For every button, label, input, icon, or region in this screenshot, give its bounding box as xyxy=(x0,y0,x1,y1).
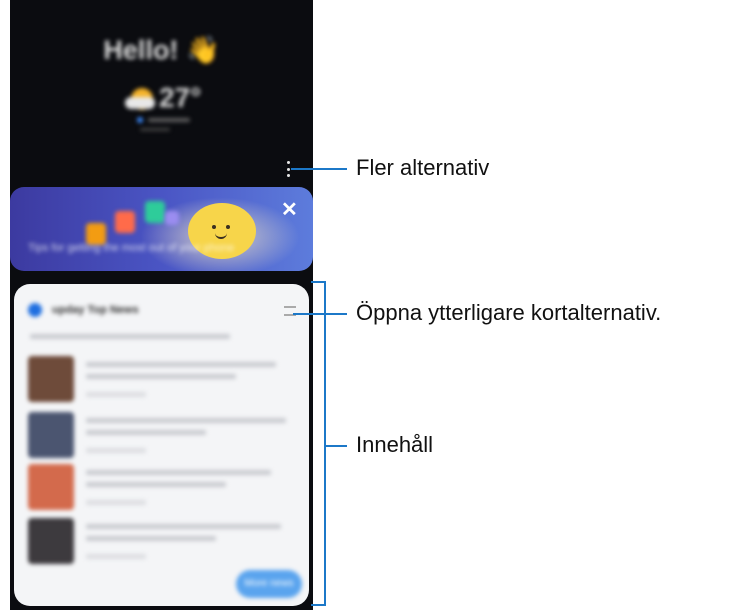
location-text xyxy=(148,118,190,122)
greeting-text: Hello! 👋 xyxy=(10,34,313,66)
list-item[interactable] xyxy=(14,460,309,518)
weather-updated-text xyxy=(140,128,170,131)
callout-card-options: Öppna ytterligare kortalternativ. xyxy=(356,300,662,325)
news-card-title: upday Top News xyxy=(52,304,139,316)
list-item[interactable] xyxy=(14,514,309,572)
more-options-dot xyxy=(286,174,290,177)
news-thumbnail xyxy=(28,412,74,458)
list-item[interactable] xyxy=(14,408,309,466)
callout-more-options: Fler alternativ xyxy=(356,155,490,180)
news-line xyxy=(86,430,206,435)
mascot-eye xyxy=(212,225,216,229)
waving-hand-icon: 👋 xyxy=(185,35,220,65)
tips-text: Tips for getting the most out of your ph… xyxy=(28,242,235,254)
news-meta xyxy=(86,448,146,453)
news-line xyxy=(86,536,216,541)
document-app-icon xyxy=(115,211,135,233)
news-headline-line xyxy=(30,334,230,339)
play-app-icon xyxy=(145,201,165,223)
temperature: 27° xyxy=(159,82,202,113)
upday-logo-icon xyxy=(28,303,42,317)
news-thumbnail xyxy=(28,464,74,510)
content-leader-line xyxy=(324,445,347,447)
news-line xyxy=(86,524,281,529)
news-thumbnail xyxy=(28,356,74,402)
greeting-label: Hello! xyxy=(103,35,179,65)
mascot-eye xyxy=(226,225,230,229)
news-thumbnail xyxy=(28,518,74,564)
more-options-leader-line xyxy=(291,168,347,170)
more-news-button[interactable]: More news xyxy=(236,570,302,598)
mascot-mouth xyxy=(215,231,227,239)
news-line xyxy=(86,362,276,367)
news-line xyxy=(86,374,236,379)
news-card[interactable]: upday Top News More news xyxy=(14,284,309,606)
phone-screen: Hello! 👋 27° Tips for getting the most o… xyxy=(10,0,313,610)
music-app-icon xyxy=(165,211,179,225)
news-line xyxy=(86,418,286,423)
content-bracket xyxy=(311,281,326,606)
location-pin-icon xyxy=(137,117,143,123)
tips-card[interactable]: Tips for getting the most out of your ph… xyxy=(10,187,313,271)
list-item[interactable] xyxy=(14,352,309,410)
news-meta xyxy=(86,500,146,505)
more-options-dot xyxy=(286,161,290,164)
news-meta xyxy=(86,392,146,397)
callout-content: Innehåll xyxy=(356,432,434,457)
cloud-icon xyxy=(125,97,155,109)
more-options-dot xyxy=(286,167,290,171)
news-meta xyxy=(86,554,146,559)
close-icon[interactable]: ✕ xyxy=(281,200,298,220)
news-line xyxy=(86,482,226,487)
card-options-bar xyxy=(284,306,296,308)
news-line xyxy=(86,470,271,475)
